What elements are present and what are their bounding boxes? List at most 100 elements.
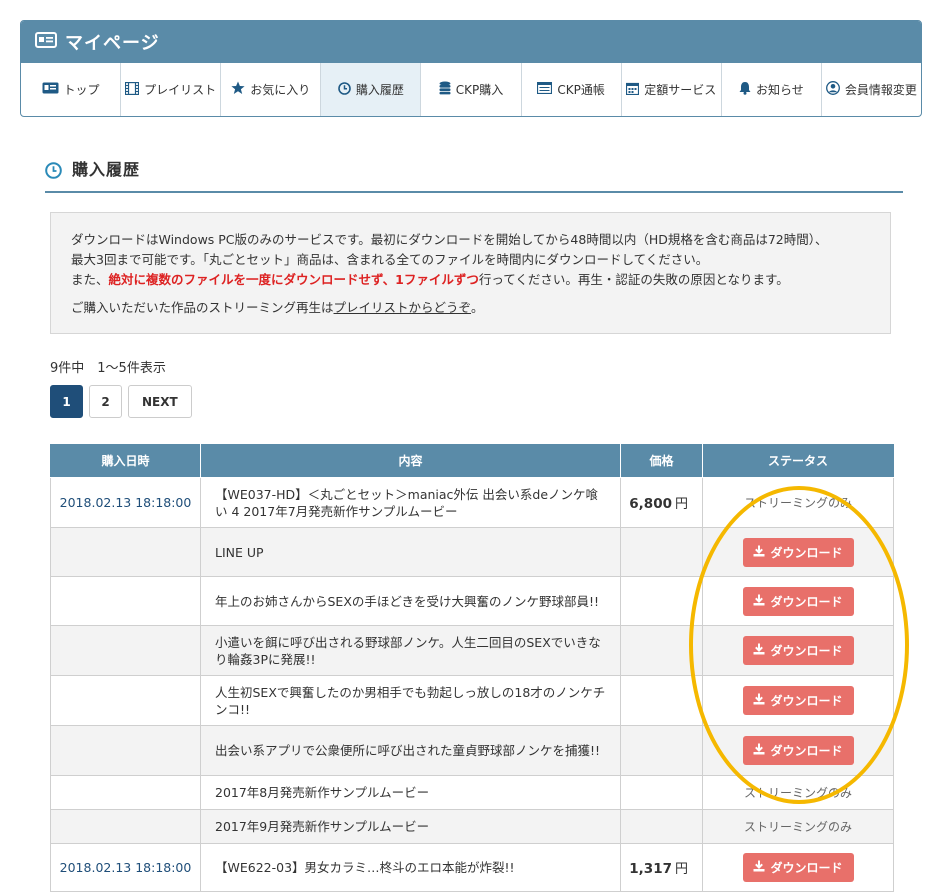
pagination: 1 2 NEXT [50, 385, 192, 418]
item-status: ダウンロード [702, 675, 894, 726]
download-icon [753, 545, 765, 560]
purchase-date: 2018.02.13 18:18:00 [50, 477, 201, 528]
streaming-only-label: ストリーミングのみ [743, 786, 852, 800]
page-title: 購入履歴 [72, 160, 141, 179]
item-content: LINE UP [200, 527, 621, 577]
item-content: 人生初SEXで興奮したのか男相手でも勃起しっ放しの18才のノンケチンコ!! [200, 675, 621, 726]
notice-text: ダウンロードはWindows PC版のみのサービスです。最初にダウンロードを開始… [71, 230, 872, 290]
purchase-date [50, 675, 201, 726]
id-card-icon [35, 32, 57, 52]
item-content: 【WE622-03】男女カラミ…柊斗のエロ本能が炸裂!! [200, 843, 621, 892]
item-content: 2017年9月発売新作サンプルムービー [200, 809, 621, 844]
header-date: 購入日時 [50, 444, 201, 478]
item-price-cell [620, 527, 703, 577]
download-label: ダウンロード [770, 545, 843, 560]
item-status: ダウンロード [702, 843, 894, 892]
table-row: 2017年9月発売新作サンプルムービー ストリーミングのみ [50, 809, 894, 844]
nav-label: お知らせ [755, 83, 804, 97]
next-page-button[interactable]: NEXT [128, 385, 192, 418]
item-status: ストリーミングのみ [702, 775, 894, 810]
nav-item-ckp-passbook[interactable]: CKP通帳 [522, 63, 622, 116]
film-icon [125, 81, 140, 98]
download-icon [753, 860, 765, 875]
notice-box: ダウンロードはWindows PC版のみのサービスです。最初にダウンロードを開始… [50, 212, 891, 334]
star-icon [231, 81, 245, 98]
mypage-nav: トップ プレイリスト お気に入り 購入履歴 CKP購入 CKP通帳 定額サービス [21, 63, 921, 116]
item-price-cell [620, 576, 703, 626]
table-row: 小遣いを餌に呼び出される野球部ノンケ。人生二回目のSEXでいきなり輪姦3Pに発展… [50, 625, 894, 676]
purchase-date [50, 775, 201, 810]
item-price: 6,800 [629, 496, 672, 512]
result-count: 9件中 1〜5件表示 [50, 361, 166, 376]
playlist-link[interactable]: プレイリストからどうぞ [334, 300, 472, 315]
nav-item-member-info[interactable]: 会員情報変更 [822, 63, 921, 116]
download-label: ダウンロード [770, 594, 843, 609]
item-status: ダウンロード [702, 527, 894, 577]
item-price-cell [620, 725, 703, 776]
download-button[interactable]: ダウンロード [742, 853, 854, 882]
table-row: 2018.02.13 18:18:00 【WE037-HD】＜丸ごとセット＞man… [50, 477, 894, 528]
notice-line: ダウンロードはWindows PC版のみのサービスです。最初にダウンロードを開始… [71, 232, 828, 247]
download-label: ダウンロード [770, 644, 843, 658]
nav-label: 定額サービス [644, 83, 717, 97]
streaming-only-label: ストリーミングのみ [743, 496, 852, 510]
nav-item-subscription[interactable]: 定額サービス [622, 63, 722, 116]
item-price-cell: 1,317 円 [620, 843, 703, 892]
coins-icon [439, 81, 451, 98]
item-content: 年上のお姉さんからSEXの手ほどきを受け大興奮のノンケ野球部員!! [200, 576, 621, 626]
nav-item-purchase-history[interactable]: 購入履歴 [321, 63, 422, 116]
item-content: 【WE037-HD】＜丸ごとセット＞maniac外伝 出会い系deノンケ喰い 4… [200, 477, 621, 528]
purchase-history-table: 購入日時 内容 価格 ステータス 2018.02.13 18:18:00 【WE0… [50, 444, 894, 892]
item-price-cell: 6,800 円 [620, 477, 703, 528]
nav-item-playlist[interactable]: プレイリスト [121, 63, 222, 116]
purchase-date: 2018.02.13 18:18:00 [50, 843, 201, 892]
nav-item-favorites[interactable]: お気に入り [221, 63, 322, 116]
nav-item-ckp-purchase[interactable]: CKP購入 [421, 63, 522, 116]
notice-streaming: ご購入いただいた作品のストリーミング再生はプレイリストからどうぞ。 [71, 298, 872, 318]
download-button[interactable]: ダウンロード [742, 586, 854, 616]
table-row: 年上のお姉さんからSEXの手ほどきを受け大興奮のノンケ野球部員!! ダウンロード [50, 576, 894, 626]
bell-icon [739, 81, 751, 98]
item-price-cell [620, 809, 703, 844]
item-status: ダウンロード [702, 576, 894, 626]
item-price-cell [620, 775, 703, 810]
nav-label: CKP通帳 [557, 83, 605, 97]
download-icon [753, 693, 765, 708]
nav-item-news[interactable]: お知らせ [722, 63, 822, 116]
mypage-title: マイページ [65, 33, 160, 54]
nav-item-top[interactable]: トップ [21, 63, 122, 116]
nav-label: トップ [63, 83, 100, 97]
calendar-icon [626, 82, 640, 98]
header-status: ステータス [702, 444, 894, 478]
section-heading: 購入履歴 [45, 157, 903, 193]
header-price: 価格 [620, 444, 703, 478]
table-row: LINE UP ダウンロード [50, 527, 894, 577]
nav-label: プレイリスト [144, 83, 217, 97]
page-button-2[interactable]: 2 [89, 385, 122, 418]
table-row: 出会い系アプリで公衆便所に呼び出された童貞野球部ノンケを捕獲!! ダウンロード [50, 725, 894, 776]
download-button[interactable]: ダウンロード [742, 537, 854, 567]
item-status: ストリーミングのみ [702, 477, 894, 528]
download-icon [753, 594, 765, 609]
download-icon [753, 643, 765, 658]
notice-warning: 絶対に複数のファイルを一度にダウンロードせず、1ファイルずつ [108, 272, 479, 287]
notice-line: 。 [471, 300, 484, 315]
item-content: 出会い系アプリで公衆便所に呼び出された童貞野球部ノンケを捕獲!! [200, 725, 621, 776]
purchase-date [50, 625, 201, 676]
purchase-date [50, 527, 201, 577]
nav-label: 会員情報変更 [844, 83, 917, 97]
id-card-icon [42, 82, 59, 97]
notice-line: 行ってください。再生・認証の失敗の原因となります。 [478, 272, 789, 287]
download-icon [753, 743, 765, 758]
purchase-date [50, 809, 201, 844]
page-button-1[interactable]: 1 [50, 385, 83, 418]
table-header-row: 購入日時 内容 価格 ステータス [50, 444, 894, 478]
download-button[interactable]: ダウンロード [742, 686, 854, 715]
table-row: 2017年8月発売新作サンプルムービー ストリーミングのみ [50, 775, 894, 810]
item-status: ストリーミングのみ [702, 809, 894, 844]
download-button[interactable]: ダウンロード [742, 636, 854, 665]
download-button[interactable]: ダウンロード [742, 736, 854, 765]
purchase-date [50, 576, 201, 626]
item-price-cell [620, 625, 703, 676]
item-content: 2017年8月発売新作サンプルムービー [200, 775, 621, 810]
